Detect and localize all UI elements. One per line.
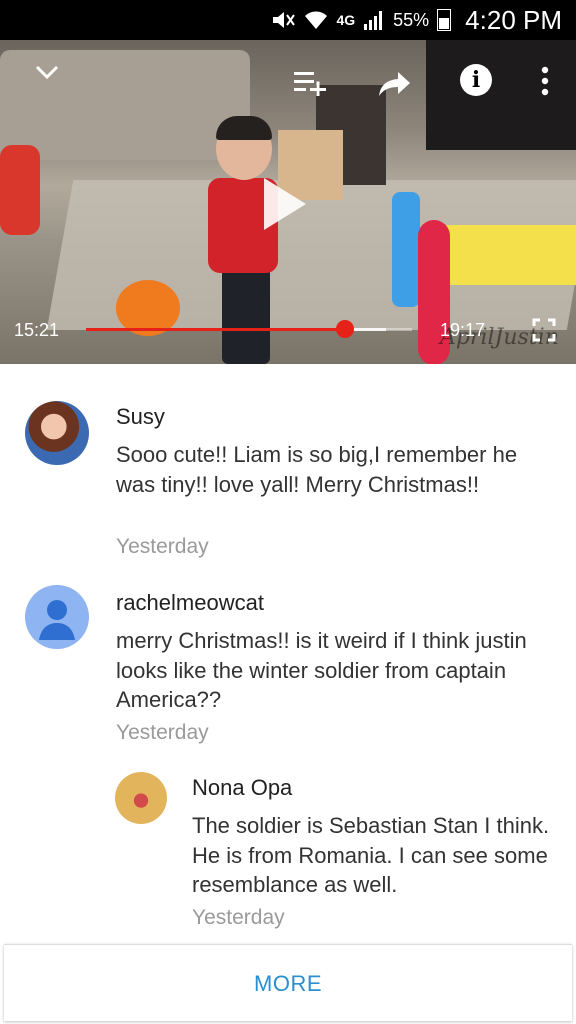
avatar[interactable] bbox=[25, 401, 89, 465]
video-frame-toy bbox=[392, 192, 420, 307]
video-frame-piano bbox=[426, 40, 576, 150]
battery-percent: 55% bbox=[393, 9, 430, 30]
seek-progress bbox=[86, 328, 346, 331]
default-person-avatar-icon[interactable] bbox=[25, 585, 89, 649]
duration: 19:17 bbox=[440, 320, 486, 340]
network-type: 4G bbox=[336, 12, 356, 28]
video-frame-toy bbox=[0, 145, 40, 235]
video-player[interactable]: i AprilJustin 15:21 19:17 bbox=[0, 40, 576, 364]
info-icon[interactable]: i bbox=[460, 64, 492, 96]
reply-time: Yesterday bbox=[192, 906, 285, 929]
seek-handle[interactable] bbox=[336, 320, 355, 338]
video-frame-child bbox=[216, 116, 272, 140]
comment-text: Sooo cute!! Liam is so big,I remember he… bbox=[116, 442, 518, 497]
reply-text: The soldier is Sebastian Stan I think. H… bbox=[192, 813, 550, 897]
add-to-queue-icon[interactable] bbox=[294, 70, 328, 96]
video-frame-toy-table bbox=[436, 225, 576, 285]
more-vert-icon[interactable] bbox=[540, 66, 550, 96]
seek-bar[interactable] bbox=[86, 320, 412, 338]
signal-icon bbox=[364, 11, 383, 30]
comment: Susy Sooo cute!! Liam is so big,I rememb… bbox=[0, 364, 576, 564]
reply-author[interactable]: Nona Opa bbox=[192, 775, 292, 801]
comment-author[interactable]: Susy bbox=[116, 404, 165, 430]
reply: Nona Opa The soldier is Sebastian Stan I… bbox=[0, 735, 576, 935]
more-container: MORE bbox=[4, 944, 572, 1021]
current-time: 15:21 bbox=[14, 320, 60, 340]
more-button[interactable]: MORE bbox=[4, 945, 572, 1021]
play-icon[interactable] bbox=[264, 178, 306, 230]
wifi-icon bbox=[305, 11, 328, 29]
avatar[interactable] bbox=[115, 772, 167, 824]
mute-icon bbox=[273, 12, 296, 28]
comment-text: merry Christmas!! is it weird if I think… bbox=[116, 628, 527, 712]
clock: 4:20 PM bbox=[465, 4, 562, 35]
comment: rachelmeowcat merry Christmas!! is it we… bbox=[0, 550, 576, 750]
battery-icon bbox=[437, 9, 452, 31]
comment-author[interactable]: rachelmeowcat bbox=[116, 590, 264, 616]
share-icon[interactable] bbox=[378, 70, 412, 98]
fullscreen-icon[interactable] bbox=[532, 318, 556, 342]
status-bar: 4G 55% 4:20 PM bbox=[0, 0, 576, 40]
chevron-down-icon[interactable] bbox=[34, 62, 60, 82]
video-frame-child bbox=[222, 268, 270, 364]
